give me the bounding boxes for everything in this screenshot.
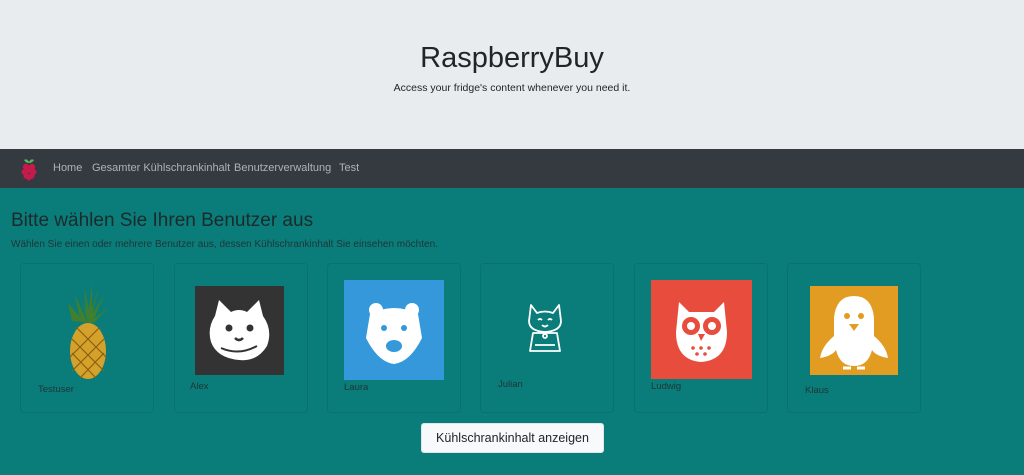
penguin-icon xyxy=(810,286,898,375)
nav-link-fridge-content[interactable]: Gesamter Kühlschrankinhalt xyxy=(92,162,230,174)
user-name: Julian xyxy=(498,379,523,390)
top-navbar: Home Gesamter Kühlschrankinhalt Benutzer… xyxy=(0,149,1024,188)
page-title: RaspberryBuy xyxy=(420,42,604,74)
user-card-alex[interactable]: Alex xyxy=(174,263,308,413)
pineapple-icon xyxy=(68,283,108,379)
nav-link-test[interactable]: Test xyxy=(339,162,359,174)
nav-link-user-management[interactable]: Benutzerverwaltung xyxy=(234,162,331,174)
hamster-icon xyxy=(195,286,284,375)
section-description: Wählen Sie einen oder mehrere Benutzer a… xyxy=(11,239,438,250)
user-name: Alex xyxy=(190,381,209,392)
user-card-testuser[interactable]: Testuser xyxy=(20,263,154,413)
show-fridge-content-button[interactable]: Kühlschrankinhalt anzeigen xyxy=(421,423,604,453)
nav-link-home[interactable]: Home xyxy=(53,162,82,174)
raspberry-icon[interactable] xyxy=(18,157,40,181)
user-card-ludwig[interactable]: Ludwig xyxy=(634,263,768,413)
cat-icon xyxy=(528,304,562,352)
user-selection-section: Bitte wählen Sie Ihren Benutzer aus Wähl… xyxy=(0,188,1024,475)
user-name: Ludwig xyxy=(651,381,682,392)
bear-icon xyxy=(344,280,444,380)
page-subtitle: Access your fridge's content whenever yo… xyxy=(393,82,631,94)
user-card-julian[interactable]: Julian xyxy=(480,263,614,413)
section-heading: Bitte wählen Sie Ihren Benutzer aus xyxy=(11,210,314,231)
jumbotron-header: RaspberryBuy Access your fridge's conten… xyxy=(0,0,1024,149)
user-name: Testuser xyxy=(38,384,74,395)
user-name: Laura xyxy=(344,382,369,393)
user-card-laura[interactable]: Laura xyxy=(327,263,461,413)
user-name: Klaus xyxy=(805,385,829,396)
user-card-klaus[interactable]: Klaus xyxy=(787,263,921,413)
owl-icon xyxy=(651,280,752,379)
